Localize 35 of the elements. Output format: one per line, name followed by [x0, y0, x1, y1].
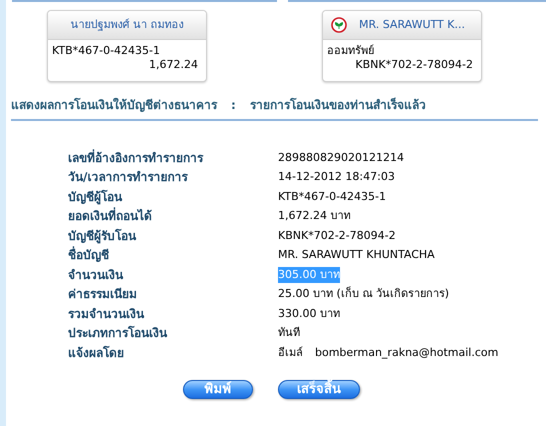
account-number: KTB*467-0-42435-1 — [52, 44, 160, 58]
field-label: ชื่อบัญชี — [68, 246, 110, 264]
field-value: bomberman_rakna@hotmail.com — [315, 344, 498, 361]
leaf-logo-icon — [331, 17, 347, 33]
field-value: 289880829020121214 — [278, 150, 404, 166]
field-value: ทันที — [278, 325, 300, 341]
field-label: วัน/เวลาการทำรายการ — [68, 169, 189, 186]
finish-button[interactable]: เสร็จสิ้น — [278, 380, 360, 398]
recipient-name: MR. SARAWUTT K... — [358, 19, 466, 31]
balance: 1,672.24 — [149, 58, 199, 72]
account-type: ออมทรัพย์ — [327, 44, 374, 58]
field-label: ค่าธรรมเนียม — [68, 286, 138, 304]
field-label: ประเภทการโอนเงิน — [68, 324, 168, 342]
field-value: 330.00 บาท — [278, 306, 340, 322]
field-label: รวมจำนวนเงิน — [68, 306, 146, 323]
field-label: เลขที่อ้างอิงการทำรายการ — [68, 148, 204, 167]
field-value: KBNK*702-2-78094-2 — [278, 228, 396, 244]
field-value: 14-12-2012 18:47:03 — [278, 169, 395, 185]
field-label: แจ้งผลโดย — [68, 344, 125, 362]
notify-method: อีเมล์ — [278, 344, 303, 360]
field-label: ยอดเงินที่ถอนได้ — [68, 207, 153, 226]
print-button[interactable]: พิมพ์ — [183, 380, 253, 398]
account-number: KBNK*702-2-78094-2 — [355, 58, 474, 72]
field-label: จำนวนเงิน — [68, 266, 124, 284]
field-value: KTB*467-0-42435-1 — [278, 188, 386, 204]
field-value: 305.00 บาท — [278, 266, 340, 283]
field-value: MR. SARAWUTT KHUNTACHA — [278, 247, 435, 263]
status-message: รายการโอนเงินของท่านสำเร็จแล้ว — [250, 96, 426, 114]
sender-name: นายปฐมพงศ์ นา ถมทอง — [70, 19, 184, 31]
heading-separator: : — [231, 97, 236, 114]
field-value: 25.00 บาท (เก็บ ณ วันเกิดรายการ) — [278, 286, 450, 302]
field-label: บัญชีผู้รับโอน — [68, 228, 138, 245]
page-heading: แสดงผลการโอนเงินให้บัญชีต่างธนาคาร — [11, 96, 217, 114]
field-value: 1,672.24 บาท — [278, 208, 350, 224]
field-label: บัญชีผู้โอน — [68, 188, 124, 206]
